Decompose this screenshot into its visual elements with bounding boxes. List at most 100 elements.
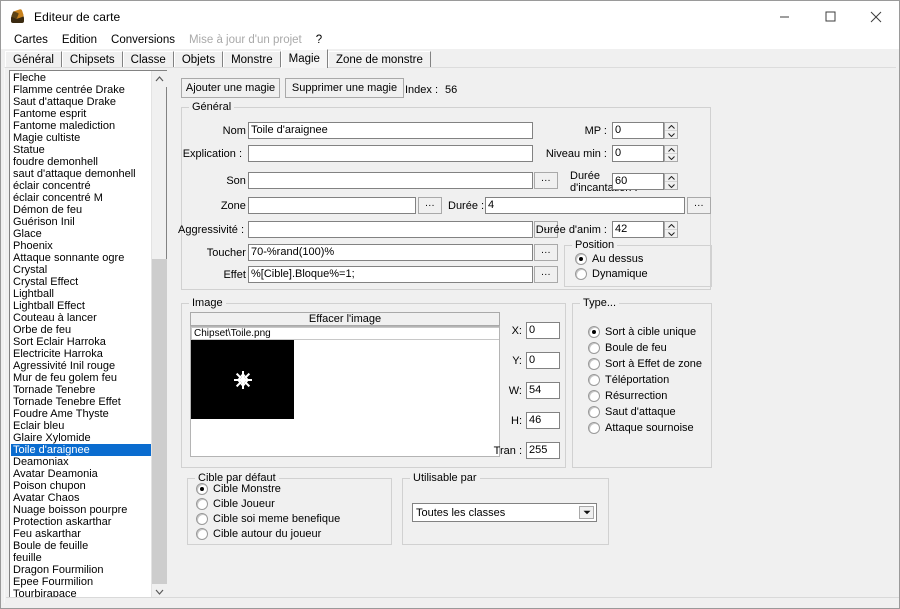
niveau-min-spinner[interactable] xyxy=(664,145,678,162)
list-item[interactable]: Protection askarthar xyxy=(11,516,151,528)
son-input[interactable] xyxy=(248,172,533,189)
type-radio-resurrection[interactable]: Résurrection xyxy=(588,390,667,402)
usable-by-select[interactable]: Toutes les classes xyxy=(412,503,597,522)
maximize-button[interactable] xyxy=(807,1,853,32)
type-radio-boule-de-feu[interactable]: Boule de feu xyxy=(588,342,667,354)
list-item[interactable]: Saut d'attaque Drake xyxy=(11,96,151,108)
delete-spell-button[interactable]: Supprimer une magie xyxy=(285,78,404,98)
list-item[interactable]: Statue xyxy=(11,144,151,156)
niveau-min-input[interactable]: 0 xyxy=(612,145,664,162)
list-item[interactable]: Nuage boisson pourpre xyxy=(11,504,151,516)
list-item[interactable]: Agressivité Inil rouge xyxy=(11,360,151,372)
type-radio-teleportation[interactable]: Téléportation xyxy=(588,374,669,386)
list-item[interactable]: Fleche xyxy=(11,72,151,84)
list-item[interactable]: Fantome malediction xyxy=(11,120,151,132)
tab-zone-de-monstre[interactable]: Zone de monstre xyxy=(328,51,431,68)
menu-cartes[interactable]: Cartes xyxy=(7,32,55,49)
list-item[interactable]: Dragon Fourmilion xyxy=(11,564,151,576)
mp-input[interactable]: 0 xyxy=(612,122,664,139)
list-item[interactable]: Tornade Tenebre Effet xyxy=(11,396,151,408)
list-item[interactable]: Guérison Inil xyxy=(11,216,151,228)
list-item[interactable]: Attaque sonnante ogre xyxy=(11,252,151,264)
list-item[interactable]: Toile d'araignee xyxy=(11,444,151,456)
close-button[interactable] xyxy=(853,1,899,32)
list-item[interactable]: Démon de feu xyxy=(11,204,151,216)
list-item[interactable]: Fantome esprit xyxy=(11,108,151,120)
image-preview-canvas[interactable]: Chipset\Toile.png xyxy=(190,326,500,457)
duree-input[interactable]: 4 xyxy=(485,197,685,214)
list-item[interactable]: Epee Fourmilion xyxy=(11,576,151,588)
duree-anim-spinner[interactable] xyxy=(664,221,678,238)
list-item[interactable]: foudre demonhell xyxy=(11,156,151,168)
list-item[interactable]: Boule de feuille xyxy=(11,540,151,552)
list-item[interactable]: Crystal Effect xyxy=(11,276,151,288)
zone-input[interactable] xyxy=(248,197,416,214)
duree-incantation-spinner[interactable] xyxy=(664,173,678,190)
list-item[interactable]: Lightball Effect xyxy=(11,300,151,312)
tab-monstre[interactable]: Monstre xyxy=(223,51,281,68)
aggressivite-input[interactable] xyxy=(248,221,533,238)
duree-incantation-spinner-down[interactable] xyxy=(665,182,677,189)
mp-spinner[interactable] xyxy=(664,122,678,139)
list-item[interactable]: Magie cultiste xyxy=(11,132,151,144)
image-h-input[interactable]: 46 xyxy=(526,412,560,429)
image-tran-input[interactable]: 255 xyxy=(526,442,560,459)
duree-anim-input[interactable]: 42 xyxy=(612,221,664,238)
son-browse-button[interactable]: ... xyxy=(534,172,558,189)
default-target-radio-cible-autour-joueur[interactable]: Cible autour du joueur xyxy=(196,528,321,540)
list-item[interactable]: Lightball xyxy=(11,288,151,300)
add-spell-button[interactable]: Ajouter une magie xyxy=(181,78,280,98)
default-target-radio-cible-soi-meme[interactable]: Cible soi meme benefique xyxy=(196,513,340,525)
position-radio-dynamique[interactable]: Dynamique xyxy=(575,268,648,280)
scrollbar-thumb[interactable] xyxy=(152,259,167,584)
clear-image-button[interactable]: Effacer l'image xyxy=(190,312,500,326)
list-item[interactable]: Avatar Chaos xyxy=(11,492,151,504)
type-radio-saut-attaque[interactable]: Saut d'attaque xyxy=(588,406,676,418)
list-item[interactable]: éclair concentré xyxy=(11,180,151,192)
list-item[interactable]: Couteau à lancer xyxy=(11,312,151,324)
list-item[interactable]: Avatar Deamonia xyxy=(11,468,151,480)
list-item[interactable]: Phoenix xyxy=(11,240,151,252)
tab-objets[interactable]: Objets xyxy=(174,51,223,68)
list-item[interactable]: éclair concentré M xyxy=(11,192,151,204)
list-item[interactable]: Foudre Ame Thyste xyxy=(11,408,151,420)
type-radio-attaque-sournoise[interactable]: Attaque sournoise xyxy=(588,422,694,434)
niveau-min-spinner-up[interactable] xyxy=(665,146,677,154)
tab-chipsets[interactable]: Chipsets xyxy=(62,51,123,68)
niveau-min-spinner-down[interactable] xyxy=(665,154,677,161)
list-item[interactable]: Eclair bleu xyxy=(11,420,151,432)
list-item[interactable]: Glaire Xylomide xyxy=(11,432,151,444)
list-item[interactable]: feuille xyxy=(11,552,151,564)
type-radio-sort-cible-unique[interactable]: Sort à cible unique xyxy=(588,326,696,338)
menu-help[interactable]: ? xyxy=(309,32,329,49)
default-target-radio-cible-monstre[interactable]: Cible Monstre xyxy=(196,483,281,495)
duree-anim-spinner-up[interactable] xyxy=(665,222,677,230)
effet-browse-button[interactable]: ... xyxy=(534,266,558,283)
list-item[interactable]: Flamme centrée Drake xyxy=(11,84,151,96)
duree-browse-button[interactable]: ... xyxy=(687,197,711,214)
spell-list-scrollbar[interactable] xyxy=(151,71,166,600)
position-radio-au-dessus[interactable]: Au dessus xyxy=(575,253,643,265)
mp-spinner-up[interactable] xyxy=(665,123,677,131)
image-w-input[interactable]: 54 xyxy=(526,382,560,399)
explication-input[interactable] xyxy=(248,145,533,162)
toucher-browse-button[interactable]: ... xyxy=(534,244,558,261)
tab-classe[interactable]: Classe xyxy=(123,51,174,68)
list-item[interactable]: Poison chupon xyxy=(11,480,151,492)
spell-list[interactable]: FlecheFlamme centrée DrakeSaut d'attaque… xyxy=(10,71,151,600)
list-item[interactable]: Sort Eclair Harroka xyxy=(11,336,151,348)
default-target-radio-cible-joueur[interactable]: Cible Joueur xyxy=(196,498,275,510)
chevron-down-icon[interactable] xyxy=(579,506,594,519)
effet-input[interactable]: %[Cible].Bloque%=1; xyxy=(248,266,533,283)
duree-anim-spinner-down[interactable] xyxy=(665,230,677,237)
list-item[interactable]: Electricite Harroka xyxy=(11,348,151,360)
minimize-button[interactable] xyxy=(761,1,807,32)
list-item[interactable]: saut d'attaque demonhell xyxy=(11,168,151,180)
nom-input[interactable]: Toile d'araignee xyxy=(248,122,533,139)
spell-list-box[interactable]: FlecheFlamme centrée DrakeSaut d'attaque… xyxy=(9,70,167,601)
tab-magie[interactable]: Magie xyxy=(281,49,328,68)
mp-spinner-down[interactable] xyxy=(665,131,677,138)
list-item[interactable]: Mur de feu golem feu xyxy=(11,372,151,384)
list-item[interactable]: Deamoniax xyxy=(11,456,151,468)
scroll-up-icon[interactable] xyxy=(152,71,167,87)
